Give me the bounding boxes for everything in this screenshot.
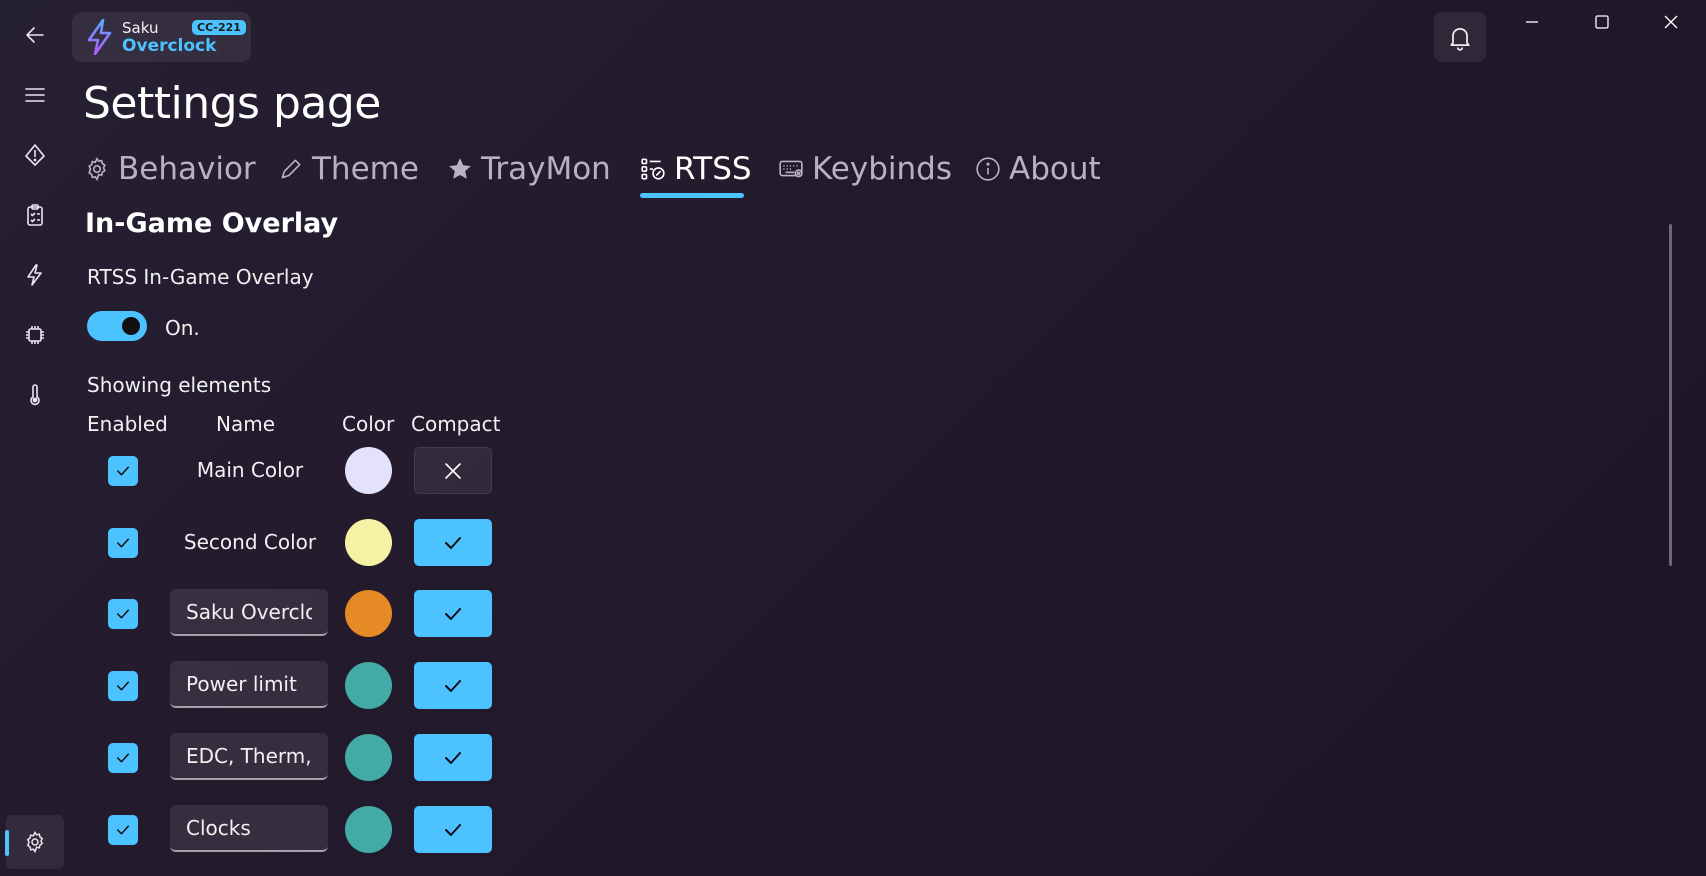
- tab-label: Keybinds: [812, 151, 952, 187]
- element-name-input[interactable]: [170, 733, 328, 780]
- overlay-element-row: Main Color: [0, 446, 520, 494]
- enabled-checkbox[interactable]: [108, 671, 138, 701]
- nav-item-cpu[interactable]: [6, 308, 64, 362]
- tab-behavior[interactable]: Behavior: [84, 146, 256, 192]
- checkmark-icon: [117, 825, 129, 835]
- star-icon: [449, 158, 471, 179]
- rtss-icon: [641, 158, 665, 180]
- element-name-input[interactable]: [170, 805, 328, 852]
- element-name-label: Main Color: [196, 458, 304, 482]
- overlay-element-row: [0, 661, 520, 709]
- close-icon: [1664, 15, 1678, 29]
- toggle-state-text: On.: [165, 316, 200, 340]
- enabled-checkbox[interactable]: [108, 815, 138, 845]
- active-tab-indicator: [640, 193, 744, 198]
- color-swatch-button[interactable]: [345, 806, 392, 853]
- enabled-checkbox[interactable]: [108, 743, 138, 773]
- nav-item-presets[interactable]: [6, 128, 64, 182]
- tab-label: TrayMon: [481, 151, 611, 187]
- checkmark-icon: [445, 751, 461, 764]
- compact-toggle-button[interactable]: [414, 447, 492, 494]
- overlay-toggle[interactable]: [87, 311, 147, 341]
- lightning-icon: [27, 264, 42, 286]
- hamburger-icon: [25, 88, 45, 102]
- tab-theme[interactable]: Theme: [278, 146, 419, 192]
- compact-toggle-button[interactable]: [414, 519, 492, 566]
- pen-icon: [281, 159, 301, 179]
- column-header-compact: Compact: [411, 412, 501, 436]
- minimize-button[interactable]: [1497, 0, 1567, 44]
- checkmark-icon: [117, 681, 129, 691]
- column-header-name: Name: [216, 412, 276, 436]
- checkmark-icon: [117, 753, 129, 763]
- version-badge: CC-221: [192, 20, 246, 35]
- overlay-setting-label: RTSS In-Game Overlay: [87, 265, 314, 289]
- gear-icon: [88, 157, 106, 182]
- checkmark-icon: [117, 609, 129, 619]
- checkmark-icon: [445, 823, 461, 836]
- column-header-enabled: Enabled: [87, 412, 168, 436]
- compact-toggle-button[interactable]: [414, 590, 492, 637]
- keyboard-icon: [779, 160, 803, 178]
- enabled-checkbox[interactable]: [108, 599, 138, 629]
- clipboard-list-icon: [27, 204, 43, 226]
- tab-rtss[interactable]: RTSS: [640, 146, 752, 192]
- column-header-color: Color: [342, 412, 395, 436]
- overlay-element-row: Second Color: [0, 518, 520, 566]
- page-title: Settings page: [83, 78, 381, 129]
- compact-toggle-button[interactable]: [414, 734, 492, 781]
- app-logo-icon: [87, 19, 112, 55]
- tab-keybinds[interactable]: Keybinds: [778, 146, 952, 192]
- bell-icon: [1450, 27, 1470, 51]
- element-name-input[interactable]: [170, 589, 328, 636]
- checkmark-icon: [117, 538, 129, 548]
- enabled-checkbox[interactable]: [108, 456, 138, 486]
- notifications-button[interactable]: [1434, 12, 1486, 62]
- warning-triangle-icon: [25, 144, 45, 166]
- toggle-knob: [122, 317, 140, 335]
- showing-elements-heading: Showing elements: [87, 373, 272, 397]
- color-swatch-button[interactable]: [345, 519, 392, 566]
- minimize-icon: [1526, 21, 1538, 23]
- back-arrow-icon: [26, 27, 44, 43]
- app-name-line2: Overclock: [122, 36, 217, 56]
- maximize-icon: [1595, 15, 1609, 29]
- cpu-chip-icon: [26, 326, 44, 344]
- compact-toggle-button[interactable]: [414, 662, 492, 709]
- tab-label: About: [1009, 151, 1101, 187]
- tab-label: RTSS: [674, 151, 752, 187]
- scrollbar[interactable]: [1669, 224, 1672, 566]
- checkmark-icon: [445, 679, 461, 692]
- nav-item-temperature[interactable]: [6, 368, 64, 422]
- color-swatch-button[interactable]: [345, 447, 392, 494]
- tab-label: Behavior: [118, 151, 256, 187]
- menu-button[interactable]: [6, 68, 64, 122]
- enabled-checkbox[interactable]: [108, 528, 138, 558]
- app-badge: Saku Overclock CC-221: [72, 12, 251, 62]
- overlay-element-row: [0, 733, 520, 781]
- close-icon: [445, 462, 461, 479]
- element-name-input[interactable]: [170, 661, 328, 708]
- nav-item-tasks[interactable]: [6, 188, 64, 242]
- nav-item-power[interactable]: [6, 248, 64, 302]
- color-swatch-button[interactable]: [345, 662, 392, 709]
- overlay-element-row: [0, 805, 520, 853]
- info-icon: [976, 157, 1000, 181]
- thermometer-icon: [30, 384, 40, 406]
- close-button[interactable]: [1636, 0, 1706, 44]
- compact-toggle-button[interactable]: [414, 806, 492, 853]
- tab-about[interactable]: About: [975, 146, 1101, 192]
- checkmark-icon: [445, 536, 461, 549]
- element-name-label: Second Color: [183, 530, 317, 554]
- maximize-button[interactable]: [1567, 0, 1637, 44]
- checkmark-icon: [117, 466, 129, 476]
- overlay-element-row: [0, 589, 520, 637]
- back-button[interactable]: [6, 8, 64, 62]
- section-title: In-Game Overlay: [85, 208, 339, 239]
- checkmark-icon: [445, 607, 461, 620]
- color-swatch-button[interactable]: [345, 590, 392, 637]
- tab-label: Theme: [312, 151, 419, 187]
- tab-traymon[interactable]: TrayMon: [447, 146, 611, 192]
- color-swatch-button[interactable]: [345, 734, 392, 781]
